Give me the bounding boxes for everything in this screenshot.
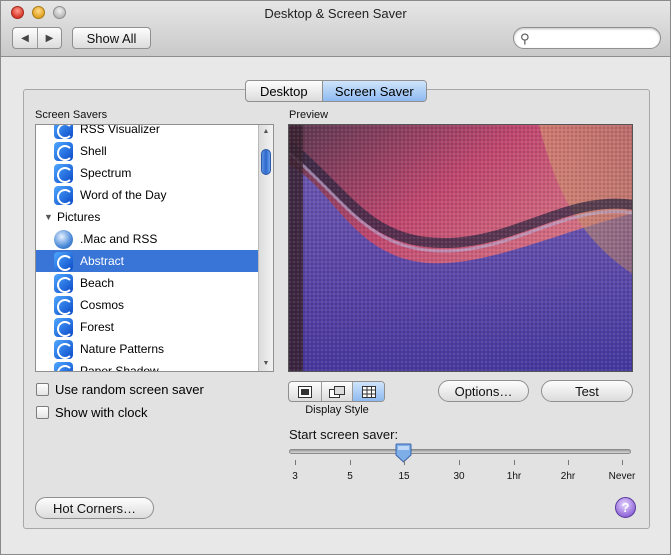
tick-label-1hr: 1hr [506, 471, 522, 482]
list-item-abstract[interactable]: Abstract [36, 250, 259, 272]
tab-desktop[interactable]: Desktop [246, 81, 323, 101]
show-clock-option[interactable]: Show with clock [36, 405, 147, 420]
title-bar: Desktop & Screen Saver ◀ ▶ Show All ⚲ [1, 1, 670, 57]
slider-tick [459, 460, 460, 465]
scroll-up-arrow-icon[interactable]: ▲ [259, 125, 273, 139]
show-clock-checkbox[interactable] [36, 406, 49, 419]
screensaver-icon [54, 317, 73, 337]
pane-tabs: Desktop Screen Saver [245, 80, 427, 102]
back-forward-control: ◀ ▶ [12, 27, 62, 49]
hot-corners-button[interactable]: Hot Corners… [35, 497, 154, 519]
help-button[interactable]: ? [615, 497, 636, 518]
list-item-paper-shadow[interactable]: Paper Shadow [36, 360, 259, 372]
list-item-label: Beach [80, 276, 115, 290]
forward-button[interactable]: ▶ [36, 28, 61, 48]
list-item-label: Word of the Day [80, 188, 167, 202]
search-field[interactable]: ⚲ [513, 27, 661, 49]
slider-tick [514, 460, 515, 465]
tick-label-15: 15 [398, 471, 410, 482]
screensaver-icon [54, 273, 73, 293]
disclosure-triangle-icon[interactable]: ▼ [44, 212, 57, 222]
list-item-label: Nature Patterns [80, 342, 165, 356]
tick-label-never: Never [608, 471, 636, 482]
list-item-label: Spectrum [80, 166, 132, 180]
screensaver-icon [54, 295, 73, 315]
random-saver-checkbox[interactable] [36, 383, 49, 396]
search-input[interactable] [536, 30, 654, 46]
random-saver-option[interactable]: Use random screen saver [36, 382, 204, 397]
list-item-label: Cosmos [80, 298, 125, 312]
list-item-label: .Mac and RSS [80, 232, 158, 246]
display-style-centered-button[interactable] [289, 382, 321, 401]
slider-tick [568, 460, 569, 465]
list-item-cosmos[interactable]: Cosmos [36, 294, 259, 316]
screen-saver-preview [288, 124, 633, 372]
list-item-beach[interactable]: Beach [36, 272, 259, 294]
preferences-window: Desktop & Screen Saver ◀ ▶ Show All ⚲ De… [0, 0, 671, 555]
preview-image [289, 125, 632, 371]
list-item-mac-and-rss[interactable]: .Mac and RSS [36, 228, 259, 250]
tick-label-5: 5 [347, 471, 353, 482]
back-button[interactable]: ◀ [13, 28, 37, 48]
slider-tick [622, 460, 623, 465]
slideshow-icon [328, 385, 345, 398]
list-item-shell[interactable]: Shell [36, 140, 259, 162]
centered-image-icon [297, 385, 312, 398]
list-item-label: RSS Visualizer [80, 124, 160, 136]
list-group-label: Pictures [57, 210, 101, 224]
list-item-label: Forest [80, 320, 115, 334]
options-button[interactable]: Options… [438, 380, 529, 402]
search-icon: ⚲ [520, 31, 530, 46]
list-scrollbar[interactable]: ▲ ▼ [258, 125, 273, 371]
list-item-label: Abstract [80, 254, 125, 268]
screensaver-icon [54, 141, 73, 161]
show-clock-label: Show with clock [55, 405, 148, 420]
list-item-forest[interactable]: Forest [36, 316, 259, 338]
start-screen-saver-label: Start screen saver: [289, 427, 399, 442]
slider-tick [295, 460, 296, 465]
screensaver-icon [54, 251, 73, 271]
scroll-down-arrow-icon[interactable]: ▼ [259, 357, 273, 371]
list-item-nature-patterns[interactable]: Nature Patterns [36, 338, 259, 360]
slider-tick [404, 460, 405, 465]
screensaver-icon [54, 361, 73, 371]
chevron-left-icon: ◀ [21, 32, 29, 44]
test-button[interactable]: Test [541, 380, 633, 402]
screen-saver-list[interactable]: RSS Visualizer Shell Spectrum Word of th… [35, 124, 274, 372]
list-item-label: Shell [80, 144, 107, 158]
display-style-slideshow-button[interactable] [320, 382, 353, 401]
screen-savers-heading: Screen Savers [35, 109, 108, 121]
list-item-rss-visualizer[interactable]: RSS Visualizer [36, 124, 259, 140]
list-item-label: Paper Shadow [80, 364, 159, 372]
screensaver-icon [54, 185, 73, 205]
display-style-control [288, 381, 385, 402]
tab-screen-saver[interactable]: Screen Saver [322, 81, 426, 101]
start-delay-slider-track[interactable] [289, 449, 631, 454]
list-group-pictures[interactable]: ▼ Pictures [36, 206, 259, 228]
window-title: Desktop & Screen Saver [264, 6, 407, 21]
list-item-word-of-the-day[interactable]: Word of the Day [36, 184, 259, 206]
screensaver-icon [54, 125, 73, 139]
tick-label-30: 30 [453, 471, 465, 482]
screensaver-icon [54, 339, 73, 359]
display-style-label: Display Style [305, 404, 369, 416]
scrollbar-thumb[interactable] [261, 149, 271, 175]
screensaver-icon [54, 163, 73, 183]
list-item-spectrum[interactable]: Spectrum [36, 162, 259, 184]
slider-tick [350, 460, 351, 465]
show-all-button[interactable]: Show All [72, 27, 151, 49]
tick-label-3: 3 [292, 471, 298, 482]
mosaic-grid-icon [361, 385, 376, 398]
mac-globe-icon [54, 229, 73, 249]
chevron-right-icon: ▶ [45, 32, 54, 44]
preview-heading: Preview [289, 109, 329, 121]
random-saver-label: Use random screen saver [55, 382, 204, 397]
tick-label-2hr: 2hr [560, 471, 576, 482]
display-style-mosaic-button[interactable] [352, 382, 384, 401]
